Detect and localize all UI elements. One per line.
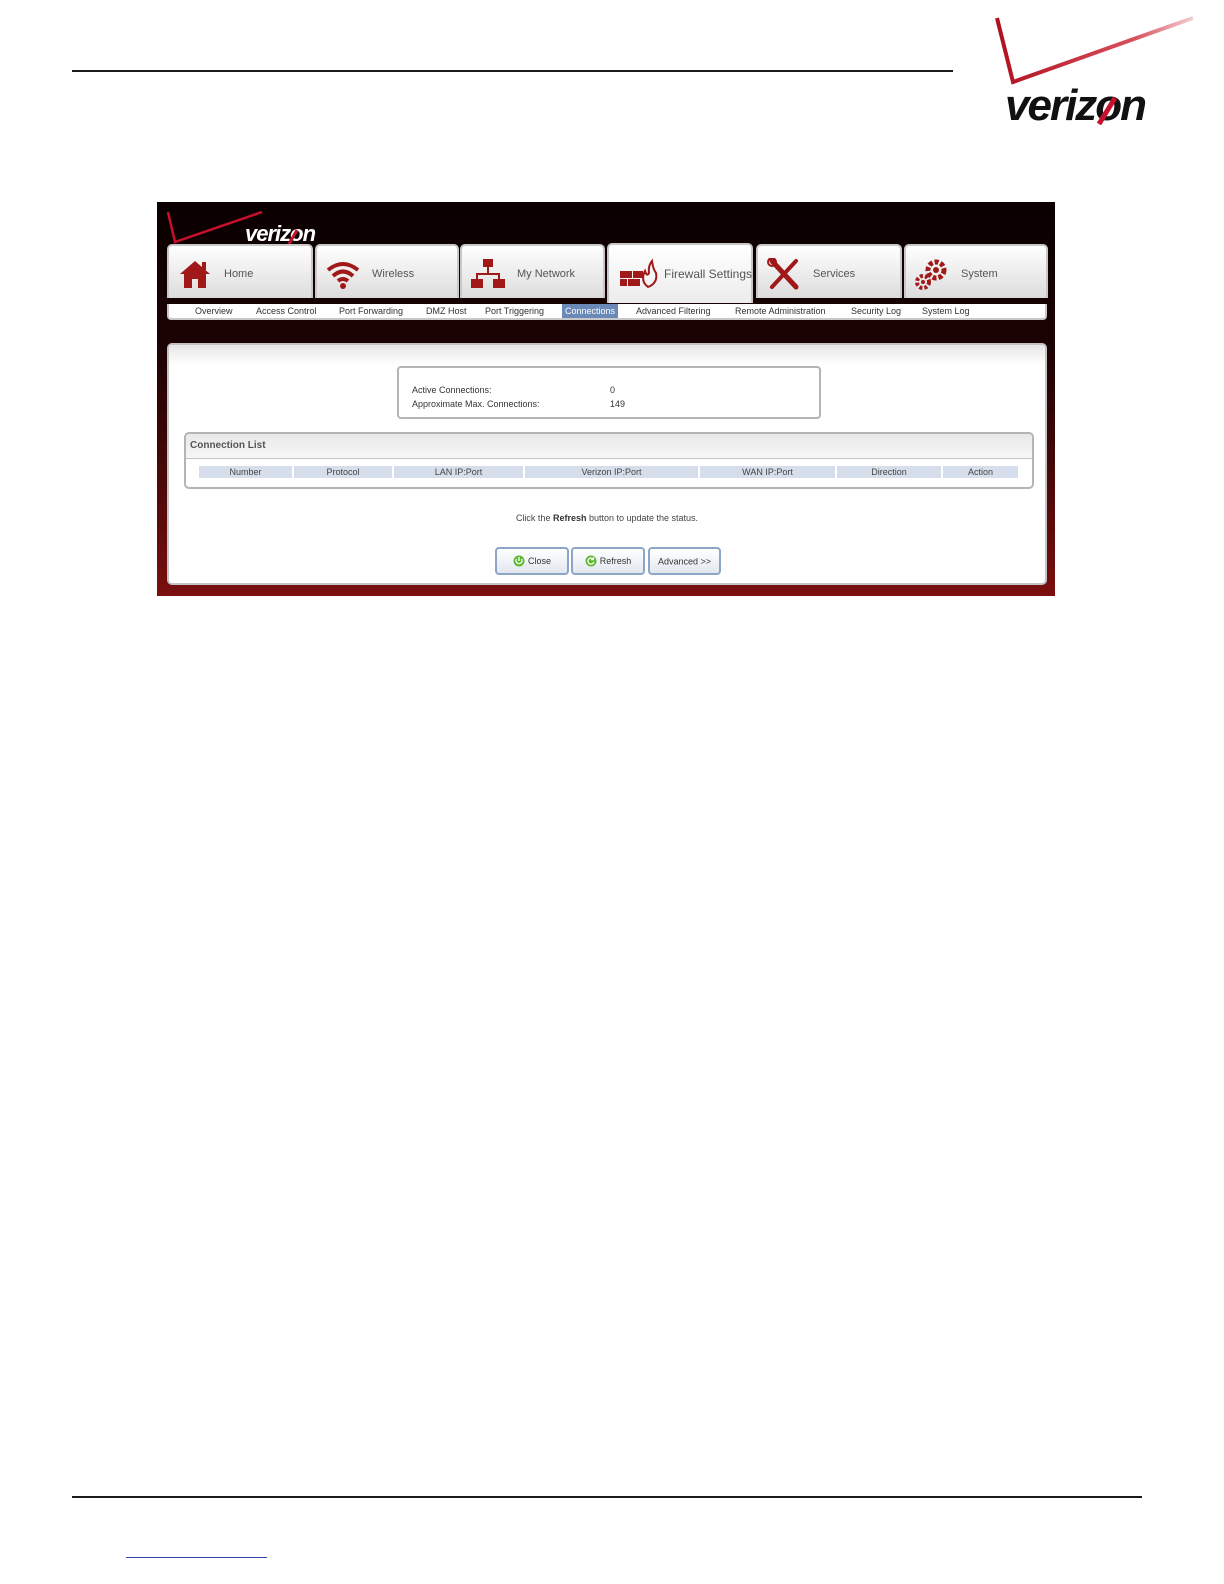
- subnav-item-port-triggering[interactable]: Port Triggering: [485, 305, 544, 317]
- subnav-item-dmz-host[interactable]: DMZ Host: [426, 305, 467, 317]
- subnav-item-port-forwarding[interactable]: Port Forwarding: [339, 305, 403, 317]
- tab-home[interactable]: Home: [167, 244, 313, 298]
- column-header-direction: Direction: [837, 466, 943, 478]
- footer-link-underline: [126, 1557, 267, 1558]
- advanced-button-label: Advanced >>: [657, 556, 712, 567]
- main-nav-tabs: Home Wireless My Network Firewall Settin…: [167, 243, 1048, 303]
- subnav-item-access-control[interactable]: Access Control: [256, 305, 317, 317]
- subnav-item-remote-administration[interactable]: Remote Administration: [735, 305, 826, 317]
- subnav-item-system-log[interactable]: System Log: [922, 305, 970, 317]
- verizon-logo: verizon: [995, 16, 1194, 129]
- refresh-icon: [585, 555, 597, 567]
- subnav-item-advanced-filtering[interactable]: Advanced Filtering: [636, 305, 711, 317]
- column-header-number: Number: [199, 466, 294, 478]
- firewall-subnav: Overview Access Control Port Forwarding …: [167, 304, 1047, 320]
- tab-label: Wireless: [372, 268, 415, 280]
- subnav-item-connections[interactable]: Connections: [562, 304, 619, 318]
- router-ui-screenshot: verizon Home Wireless My Network Firewal…: [157, 202, 1055, 596]
- subnav-item-overview[interactable]: Overview: [195, 305, 233, 317]
- network-icon: [471, 259, 505, 288]
- subnav-item-security-log[interactable]: Security Log: [851, 305, 901, 317]
- refresh-hint: Click the Refresh button to update the s…: [169, 513, 1045, 523]
- tab-label: Home: [224, 268, 254, 280]
- close-button-label: Close: [527, 556, 551, 566]
- hint-bold: Refresh: [552, 513, 587, 523]
- max-connections-label: Approximate Max. Connections:: [412, 399, 540, 409]
- gears-icon: [915, 259, 947, 290]
- column-header-lan-ip-port: LAN IP:Port: [394, 466, 525, 478]
- wireless-icon: [326, 262, 360, 289]
- active-connections-label: Active Connections:: [412, 385, 492, 395]
- panel-header: [169, 345, 1045, 365]
- active-connections-value: 0: [610, 385, 616, 395]
- svg-text:verizon: verizon: [245, 221, 316, 246]
- tab-system[interactable]: System: [904, 244, 1048, 298]
- svg-text:verizon: verizon: [1005, 81, 1146, 129]
- connection-list-title: Connection List: [186, 434, 1032, 459]
- tab-firewall-settings[interactable]: Firewall Settings: [607, 243, 753, 303]
- tab-label: My Network: [517, 268, 576, 280]
- home-icon: [180, 261, 210, 288]
- close-button[interactable]: Close: [495, 547, 569, 575]
- hint-suffix: button to update the status.: [586, 513, 699, 523]
- connection-stats-box: Active Connections: 0 Approximate Max. C…: [397, 366, 821, 419]
- footer-rule: [72, 1496, 1142, 1498]
- connections-panel: Active Connections: 0 Approximate Max. C…: [167, 343, 1047, 585]
- max-connections-value: 149: [610, 399, 626, 409]
- tab-wireless[interactable]: Wireless: [315, 244, 459, 298]
- connection-list: Connection List Number Protocol LAN IP:P…: [184, 432, 1034, 489]
- verizon-brand-logo: verizon: [167, 210, 317, 246]
- column-header-protocol: Protocol: [294, 466, 394, 478]
- refresh-button-label: Refresh: [599, 556, 632, 566]
- firewall-icon: [620, 258, 658, 289]
- column-header-verizon-ip-port: Verizon IP:Port: [525, 466, 700, 478]
- tab-my-network[interactable]: My Network: [460, 244, 605, 298]
- advanced-button[interactable]: Advanced >>: [648, 547, 721, 575]
- tab-label: Firewall Settings: [664, 267, 753, 281]
- hint-prefix: Click the: [515, 513, 553, 523]
- tab-label: Services: [813, 268, 856, 280]
- refresh-button[interactable]: Refresh: [571, 547, 645, 575]
- column-header-wan-ip-port: WAN IP:Port: [700, 466, 837, 478]
- header-rule: [72, 70, 953, 72]
- tab-label: System: [961, 268, 998, 280]
- column-header-action: Action: [943, 466, 1020, 478]
- tools-icon: [767, 258, 799, 290]
- tab-services[interactable]: Services: [756, 244, 902, 298]
- close-icon: [513, 555, 525, 567]
